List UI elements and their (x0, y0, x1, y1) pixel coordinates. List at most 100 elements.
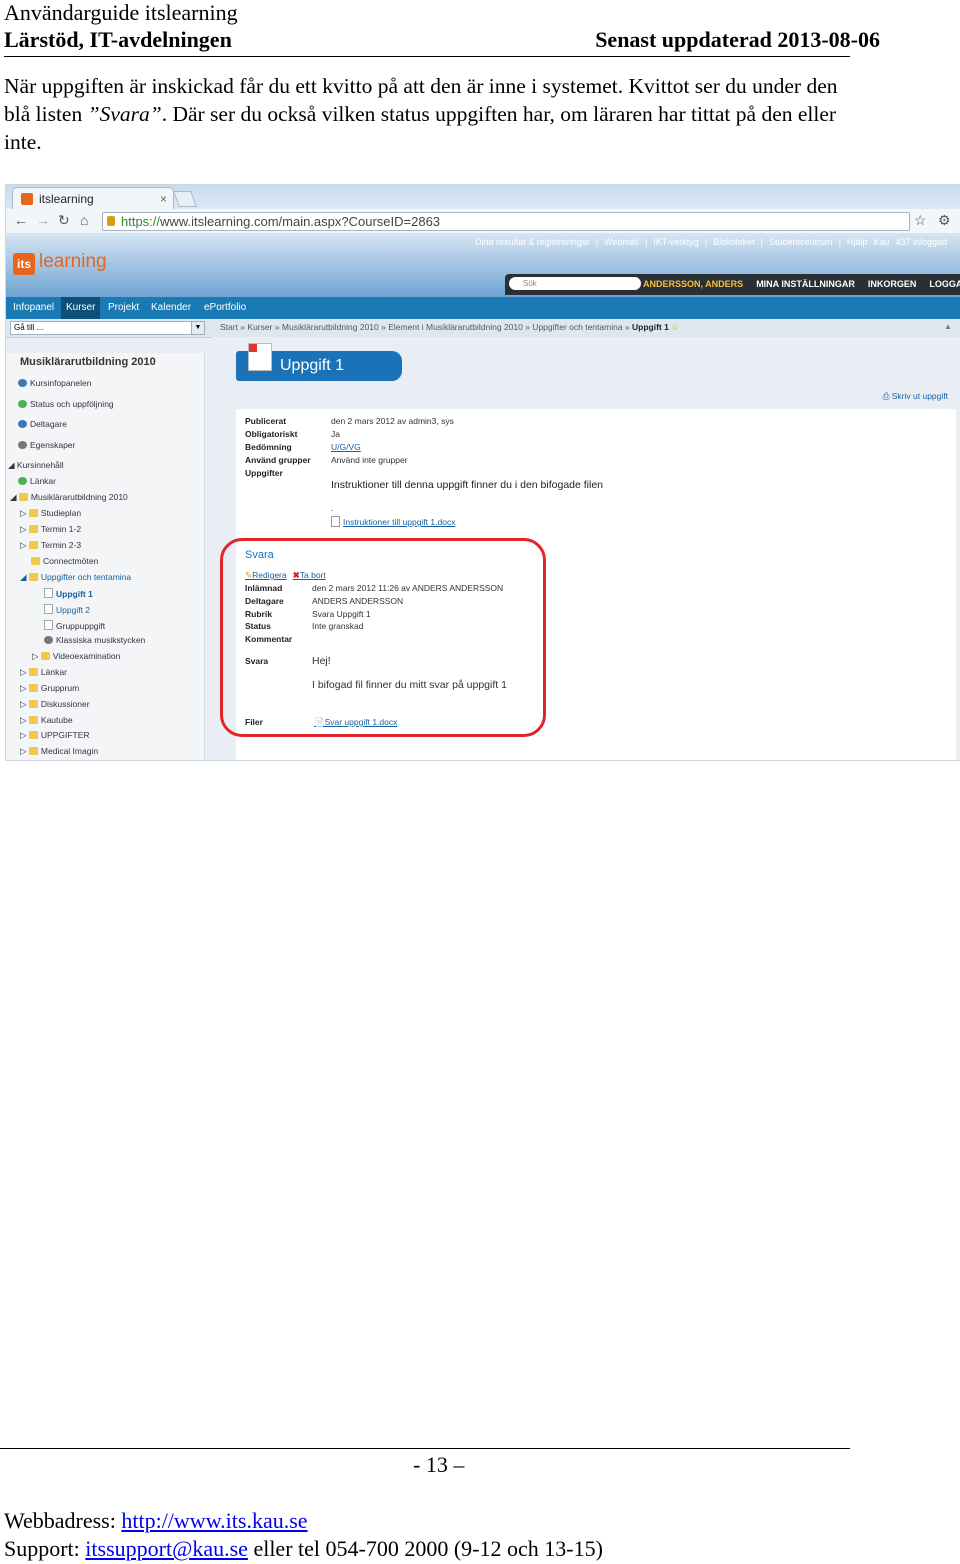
sidebar-item[interactable]: ▷ Videoexamination (32, 651, 120, 662)
forward-arrow-icon[interactable]: → (36, 212, 50, 228)
settings-link[interactable]: MINA INSTÄLLNINGAR (756, 279, 855, 289)
support-email-link[interactable]: itssupport@kau.se (85, 1536, 248, 1561)
folder-icon (31, 557, 40, 565)
response-label: Status (245, 621, 271, 631)
sidebar-item-label: Grupprum (40, 683, 80, 693)
sidebar-item-label: Medical Imagin (40, 746, 99, 756)
top-link[interactable]: Studentcentrum (769, 237, 833, 247)
top-link[interactable]: IKT-verktyg (653, 237, 699, 247)
sidebar-item-uppgift-1[interactable]: Uppgift 1 (44, 588, 93, 599)
sidebar-item[interactable]: ▷ Termin 1-2 (20, 524, 81, 535)
submitted-value: den 2 mars 2012 11:26 av ANDERS ANDERSSO… (312, 583, 504, 593)
folder-icon (40, 652, 50, 660)
sidebar-item[interactable]: Klassiska musikstycken (44, 635, 145, 645)
sidebar-item[interactable]: ◢ Musiklärarutbildning 2010 (10, 492, 128, 503)
back-arrow-icon[interactable]: ← (14, 212, 28, 228)
its-logo-icon[interactable]: its (13, 253, 35, 275)
nav-infopanel[interactable]: Infopanel (8, 297, 59, 319)
breadcrumb-bar: Gå till ... ▼ Start » Kurser » Musiklärar… (6, 319, 960, 338)
breadcrumb-path[interactable]: Start » Kurser » Musiklärarutbildning 20… (220, 322, 630, 332)
sidebar-item-label: Diskussioner (40, 699, 90, 709)
top-link[interactable]: Dina resultat & registreringar (475, 237, 590, 247)
document-icon (44, 604, 53, 614)
response-label: Rubrik (245, 609, 272, 619)
sidebar-item[interactable]: ▷ Kautube (20, 715, 73, 726)
user-name-link[interactable]: ANDERSSON, ANDERS (643, 279, 743, 289)
sidebar-item[interactable]: Länkar (18, 476, 56, 486)
search-input[interactable]: Sök (509, 277, 641, 290)
sidebar-item[interactable]: ▷ Studieplan (20, 508, 81, 519)
sidebar-item[interactable]: ▷ UPPGIFTER (20, 730, 90, 741)
sidebar-item[interactable]: ▷ Länkar (20, 667, 67, 678)
main-content: Uppgift 1 ⎙ Skriv ut uppgift Publicerat … (212, 337, 960, 760)
attachment-link[interactable]: Instruktioner till uppgift 1.docx (331, 516, 455, 527)
sidebar-item[interactable]: ▷ Grupprum (20, 683, 79, 694)
breadcrumb[interactable]: Start » Kurser » Musiklärarutbildning 20… (220, 322, 679, 333)
top-link[interactable]: Hjälp (847, 237, 868, 247)
tab-close-icon[interactable]: × (160, 188, 167, 210)
breadcrumb-current: Uppgift 1 (632, 322, 669, 332)
sidebar-item[interactable]: ◢ Uppgifter och tentamina (20, 572, 131, 583)
response-actions: ✎Redigera ✖Ta bort (245, 570, 326, 581)
folder-icon (28, 700, 38, 708)
site-banner: its learning Dina resultat & registrerin… (6, 233, 960, 297)
sidebar-item-label: Kautube (40, 715, 73, 725)
goto-select[interactable]: Gå till ... ▼ (10, 321, 205, 335)
nav-projekt[interactable]: Projekt (103, 297, 144, 319)
sidebar-item-label: Uppgift 1 (56, 589, 93, 599)
browser-tab[interactable]: itslearning × (12, 187, 174, 210)
sidebar-item[interactable]: Gruppuppgift (44, 620, 105, 631)
response-message: I bifogad fil finner du mitt svar på upp… (312, 679, 507, 691)
folder-icon (28, 573, 38, 581)
top-links: Dina resultat & registreringar | Webmail | I… (472, 237, 950, 247)
sidebar-item-label: Uppgift 2 (56, 605, 91, 615)
top-link[interactable]: Webmail (604, 237, 639, 247)
sidebar-item-label: Kursinfopanelen (30, 378, 92, 388)
infopanel-icon (18, 379, 27, 387)
online-count[interactable]: 437 inloggad (895, 237, 947, 247)
separator: | (595, 237, 599, 247)
collapse-icon[interactable]: ▲ (944, 322, 952, 331)
separator: | (644, 237, 648, 247)
sidebar-item[interactable]: Egenskaper (18, 440, 75, 450)
bookmark-star-icon[interactable]: ☆ (914, 212, 927, 229)
reload-icon[interactable]: ↻ (58, 212, 70, 229)
info-label: Uppgifter (245, 468, 283, 478)
delete-link[interactable]: Ta bort (300, 570, 326, 580)
nav-kalender[interactable]: Kalender (146, 297, 196, 319)
sidebar-item[interactable]: Kursinfopanelen (18, 378, 91, 388)
sidebar-item[interactable]: ▷ Termin 2-3 (20, 540, 81, 551)
folder-icon (28, 731, 38, 739)
edit-link[interactable]: Redigera (252, 570, 287, 580)
home-icon[interactable]: ⌂ (80, 212, 88, 228)
wrench-icon[interactable]: ⚙ (938, 212, 951, 229)
sidebar-item[interactable]: ▷ Medical Imagin (20, 746, 98, 757)
sidebar-item[interactable]: Uppgift 2 (44, 604, 90, 615)
new-tab-button[interactable] (173, 191, 197, 207)
nav-kurser[interactable]: Kurser (61, 297, 101, 319)
sidebar-item[interactable]: Deltagare (18, 419, 67, 429)
grading-link[interactable]: U/G/VG (331, 442, 361, 452)
sidebar-item-label: Klassiska musikstycken (56, 635, 146, 645)
web-link[interactable]: http://www.its.kau.se (121, 1508, 307, 1533)
top-link[interactable]: Kau (873, 237, 889, 247)
inbox-link[interactable]: INKORGEN (868, 279, 917, 289)
music-icon (44, 636, 53, 644)
document-icon (44, 620, 53, 630)
sidebar-item[interactable]: ◢ Kursinnehåll (8, 460, 64, 471)
info-label: Bedömning (245, 442, 292, 452)
url-input[interactable]: https://www.itslearning.com/main.aspx?Co… (102, 212, 910, 231)
print-link-label: Skriv ut uppgift (891, 391, 948, 401)
lock-icon (107, 216, 115, 226)
sidebar-item[interactable]: Status och uppföljning (18, 399, 114, 409)
support-phone: eller tel 054-700 2000 (9-12 och 13-15) (247, 1536, 603, 1561)
logout-link[interactable]: LOGGA UT (929, 279, 960, 289)
sidebar-item[interactable]: Connectmöten (31, 556, 98, 566)
print-assignment-link[interactable]: ⎙ Skriv ut uppgift (883, 391, 948, 402)
favorite-star-icon[interactable]: ☆ (671, 322, 679, 332)
nav-eportfolio[interactable]: ePortfolio (199, 297, 251, 319)
response-file-link[interactable]: 📄Svar uppgift 1.docx (314, 717, 397, 728)
top-link[interactable]: Biblioteket (713, 237, 755, 247)
sidebar-item[interactable]: ▷ Diskussioner (20, 699, 90, 710)
sidebar-course-title: Musiklärarutbildning 2010 (20, 356, 156, 368)
